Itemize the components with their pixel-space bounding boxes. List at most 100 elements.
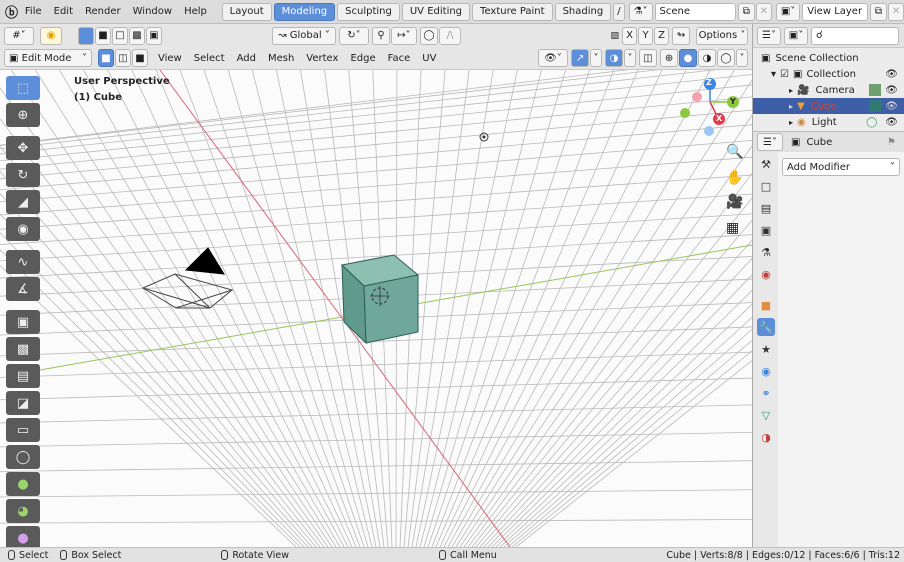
select-mode-new-icon[interactable]	[78, 26, 94, 45]
menu-window[interactable]: Window	[127, 6, 178, 17]
transform-tool-icon[interactable]: ◉	[6, 217, 40, 241]
menu-view[interactable]: View	[152, 53, 188, 64]
eye-icon[interactable]: 👁	[885, 117, 898, 128]
scene-selector-button[interactable]: ⚗˅	[628, 2, 653, 21]
collapse-arrow-icon[interactable]: ▸	[789, 118, 793, 127]
spin-tool-icon[interactable]: ◕	[6, 499, 40, 523]
render-tab[interactable]: □	[757, 177, 775, 195]
edge-select-mode-button[interactable]: ◫	[115, 49, 131, 67]
face-select-mode-button[interactable]: ■	[132, 49, 148, 67]
auto-merge-icon[interactable]: ↬	[672, 26, 690, 45]
object-data-tab[interactable]: ▽	[757, 406, 775, 424]
scene-tab[interactable]: ⚗	[757, 243, 775, 261]
cursor-tool-icon[interactable]: ⊕	[6, 103, 40, 127]
gizmo-y-label[interactable]: Y	[730, 97, 736, 106]
particles-tab[interactable]: ★	[757, 340, 775, 358]
menu-render[interactable]: Render	[79, 6, 127, 17]
object-tab[interactable]: ■	[757, 296, 775, 314]
vertex-select-mode-button[interactable]: ■	[98, 49, 114, 67]
menu-face[interactable]: Face	[382, 53, 417, 64]
scene-name-field[interactable]: Scene	[654, 2, 736, 21]
mirror-y-button[interactable]: Y	[638, 26, 653, 45]
zoom-icon[interactable]: 🔍	[726, 144, 743, 160]
shading-material-icon[interactable]: ◑	[698, 49, 716, 67]
eye-icon[interactable]: 👁	[885, 69, 898, 80]
add-modifier-dropdown[interactable]: Add Modifier ˅	[782, 158, 900, 176]
shading-solid-icon[interactable]: ●	[679, 49, 697, 67]
outliner-item-cube[interactable]: ▸ ▼ Cube 👁	[753, 98, 904, 114]
expand-arrow-icon[interactable]: ▾	[771, 69, 776, 80]
output-tab[interactable]: ▤	[757, 199, 775, 217]
shading-wireframe-icon[interactable]: ⊕	[660, 49, 678, 67]
snap-toggle-icon[interactable]: ⚲	[372, 26, 390, 45]
camera-data-icon[interactable]	[869, 84, 882, 96]
overlays-dropdown[interactable]: ˅	[624, 49, 636, 67]
world-tab[interactable]: ◉	[757, 265, 775, 283]
transform-orientation-dropdown[interactable]: ↝ Global ˅	[272, 26, 336, 45]
bevel-tool-icon[interactable]: ◪	[6, 391, 40, 415]
blender-logo-icon[interactable]: ⓑ	[4, 2, 19, 21]
constraints-tab[interactable]: ⚭	[757, 384, 775, 402]
outliner-item-light[interactable]: ▸ ◉ Light ◯ 👁	[753, 114, 904, 130]
scale-tool-icon[interactable]: ◢	[6, 190, 40, 214]
menu-help[interactable]: Help	[178, 6, 213, 17]
camera-view-icon[interactable]: 🎥	[726, 194, 743, 210]
delete-scene-icon[interactable]: ✕	[755, 2, 772, 21]
inset-tool-icon[interactable]: ▤	[6, 364, 40, 388]
collection-checkbox[interactable]: ☑	[780, 69, 789, 80]
menu-vertex[interactable]: Vertex	[300, 53, 344, 64]
menu-select[interactable]: Select	[188, 53, 231, 64]
menu-mesh[interactable]: Mesh	[262, 53, 300, 64]
material-tab[interactable]: ◑	[757, 428, 775, 446]
eye-icon[interactable]: 👁	[885, 101, 898, 112]
shading-dropdown[interactable]: ˅	[736, 49, 748, 67]
loop-cut-tool-icon[interactable]: ▭	[6, 418, 40, 442]
delete-view-layer-icon[interactable]: ✕	[888, 2, 904, 21]
add-cube-tool-icon[interactable]: ▣	[6, 310, 40, 334]
snap-target-dropdown[interactable]: ↦˅	[391, 26, 417, 45]
measure-tool-icon[interactable]: ∡	[6, 277, 40, 301]
mesh-data-icon[interactable]	[869, 100, 882, 112]
gizmo-dropdown[interactable]: ˅	[590, 49, 602, 67]
proportional-falloff-icon[interactable]: /\	[439, 26, 461, 45]
3d-viewport[interactable]: Z Y X User Perspective (1) Cube 🔍 ✋ 🎥 ▦	[0, 70, 752, 547]
mirror-x-button[interactable]: X	[622, 26, 637, 45]
outliner-editor-type-icon[interactable]: ☰˅	[757, 26, 781, 45]
pan-hand-icon[interactable]: ✋	[726, 170, 743, 186]
outliner-scene-collection[interactable]: ▣ Scene Collection	[753, 50, 904, 66]
light-data-icon[interactable]: ◯	[866, 117, 877, 128]
overlays-toggle-icon[interactable]: ◑	[605, 49, 623, 67]
rotate-tool-icon[interactable]: ↻	[6, 163, 40, 187]
annotate-tool-icon[interactable]: ∿	[6, 250, 40, 274]
mode-dropdown[interactable]: ▣ Edit Mode ˅	[4, 49, 92, 67]
transform-pivot-icon[interactable]: ◉	[40, 26, 62, 45]
properties-editor-type-icon[interactable]: ☰˅	[757, 133, 783, 151]
tab-sculpting[interactable]: Sculpting	[337, 2, 400, 21]
tab-shading[interactable]: Shading	[554, 2, 612, 21]
select-mode-invert-icon[interactable]: ▩	[129, 26, 145, 45]
gizmo-x-label[interactable]: X	[716, 114, 722, 123]
menu-add[interactable]: Add	[231, 53, 262, 64]
tab-layout[interactable]: Layout	[221, 2, 272, 21]
xray-toggle-icon[interactable]: ◫	[639, 49, 657, 67]
options-dropdown[interactable]: Options ˅	[696, 26, 748, 45]
outliner-collection[interactable]: ▾ ☑ ▣ Collection 👁	[753, 66, 904, 82]
editor-type-icon[interactable]: #˅	[4, 26, 34, 45]
select-box-tool-icon[interactable]: ⬚	[6, 76, 40, 100]
outliner-display-mode-icon[interactable]: ▣˅	[784, 26, 808, 45]
tab-texture-paint[interactable]: Texture Paint	[472, 2, 553, 21]
modifier-tab[interactable]: 🔧	[757, 318, 775, 336]
move-tool-icon[interactable]: ✥	[6, 136, 40, 160]
extrude-tool-icon[interactable]: ▩	[6, 337, 40, 361]
select-mode-intersect-icon[interactable]: ▣	[146, 26, 162, 45]
gizmo-z-label[interactable]: Z	[706, 78, 712, 87]
eye-icon[interactable]: 👁	[885, 85, 898, 96]
menu-edit[interactable]: Edit	[48, 6, 79, 17]
gizmo-toggle-icon[interactable]: ↗	[571, 49, 589, 67]
view-layer-selector-button[interactable]: ▣˅	[775, 2, 801, 21]
proportional-edit-icon[interactable]: ◯	[420, 26, 438, 45]
view-layer-tab[interactable]: ▣	[757, 221, 775, 239]
physics-tab[interactable]: ◉	[757, 362, 775, 380]
menu-file[interactable]: File	[19, 6, 48, 17]
tab-uv-editing[interactable]: UV Editing	[401, 2, 471, 21]
